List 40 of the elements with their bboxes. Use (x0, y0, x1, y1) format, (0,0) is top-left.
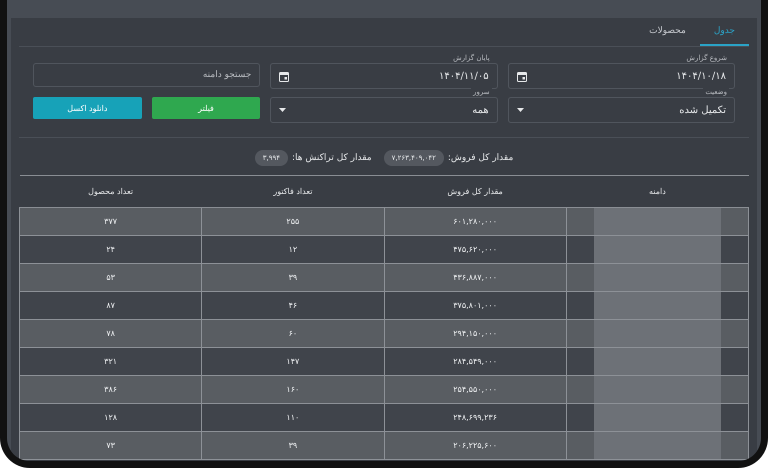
table-cell: ۶۰۱,۲۸۰,۰۰۰ (384, 208, 566, 236)
table-cell: ۳۸۶ (20, 376, 202, 404)
table-cell: ۲۴۸,۶۹۹,۲۳۶ (384, 404, 566, 432)
table-cell: ۵۳ (20, 264, 202, 292)
caret-icon (516, 108, 524, 112)
tab[interactable]: محصولات (635, 18, 700, 46)
table-cell: ۶۰ (202, 320, 384, 348)
calendar-icon[interactable] (279, 70, 290, 82)
table-cell: ۲۰۶,۲۲۵,۶۰۰ (384, 432, 566, 460)
table-cell: ۱۲ (202, 236, 384, 264)
select-field[interactable]: همه (270, 97, 498, 123)
caret-icon (279, 108, 286, 112)
calendar-icon[interactable] (516, 70, 527, 82)
table-cell: ۴۷۵,۶۲۰,۰۰۰ (384, 236, 566, 264)
tab[interactable]: جدول (700, 18, 749, 46)
table-cell: ۲۸۴,۵۴۹,۰۰۰ (384, 348, 566, 376)
search-field[interactable]: جستجو دامنه (33, 63, 260, 87)
table-cell: ۲۵۵ (202, 208, 384, 236)
table-cell: ۳۹ (202, 264, 384, 292)
table-cell: ۷۸ (20, 320, 202, 348)
table-cell: ۱۶۰ (202, 376, 384, 404)
select-field[interactable]: تکمیل شده (508, 97, 735, 123)
table-cell: ۴۳۶,۸۸۷,۰۰۰ (384, 264, 566, 292)
table-cell: ۴۶ (202, 292, 384, 320)
table-cell: ۲۴ (20, 236, 202, 264)
table-cell: ۱۴۷ (202, 348, 384, 376)
summary-label: مقدار کل تراکنش ها: (292, 153, 372, 163)
summary-label: مقدار کل فروش: (448, 153, 514, 163)
table-cell: ۱۱۰ (202, 404, 384, 432)
table-cell: ۸۷ (20, 292, 202, 320)
table-cell: ۳۷۷ (20, 208, 202, 236)
table-cell: ۳۲۱ (20, 348, 202, 376)
table-cell: ۲۵۴,۵۵۰,۰۰۰ (384, 376, 566, 404)
table-cell: ۳۹ (202, 432, 384, 460)
table-cell: ۷۳ (20, 432, 202, 460)
date-field[interactable]: ۱۴۰۴/۱۱/۰۵ (270, 63, 498, 89)
table-cell: ۲۹۴,۱۵۰,۰۰۰ (384, 320, 566, 348)
date-field[interactable]: ۱۴۰۴/۱۰/۱۸ (508, 63, 735, 89)
table-cell: ۳۷۵,۸۰۱,۰۰۰ (384, 292, 566, 320)
table-cell: ۱۲۸ (20, 404, 202, 432)
